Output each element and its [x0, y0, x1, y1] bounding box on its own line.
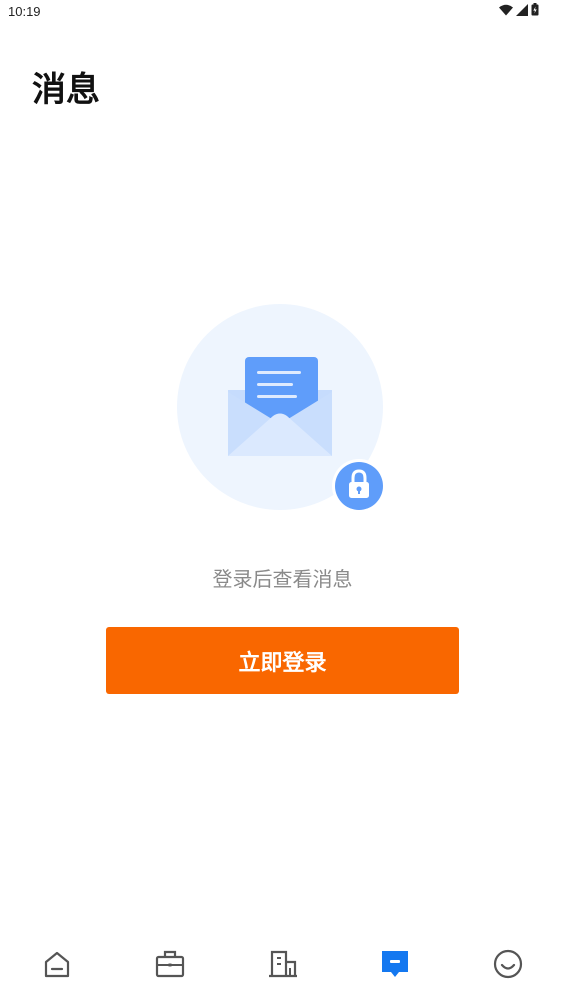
signal-icon: [516, 3, 528, 16]
status-icons: [499, 3, 539, 16]
message-icon: [382, 951, 408, 977]
tab-companies[interactable]: [263, 944, 303, 984]
bottom-tab-bar: [0, 936, 565, 996]
login-button[interactable]: 立即登录: [106, 627, 459, 694]
tab-messages[interactable]: [375, 944, 415, 984]
tab-home[interactable]: [37, 944, 77, 984]
status-bar: 10:19: [0, 0, 565, 24]
home-icon: [44, 951, 70, 978]
empty-state-message: 登录后查看消息: [212, 567, 353, 591]
page-title: 消息: [32, 70, 100, 110]
smiley-face-icon: [493, 949, 523, 979]
briefcase-icon: [155, 950, 185, 978]
battery-icon: [531, 3, 539, 16]
status-time: 10:19: [8, 4, 41, 19]
envelope-lock-icon: [177, 304, 386, 513]
empty-state-illustration: [177, 303, 387, 515]
tab-jobs[interactable]: [150, 944, 190, 984]
tab-profile[interactable]: [488, 944, 528, 984]
building-icon: [269, 950, 297, 978]
wifi-icon: [499, 4, 513, 15]
